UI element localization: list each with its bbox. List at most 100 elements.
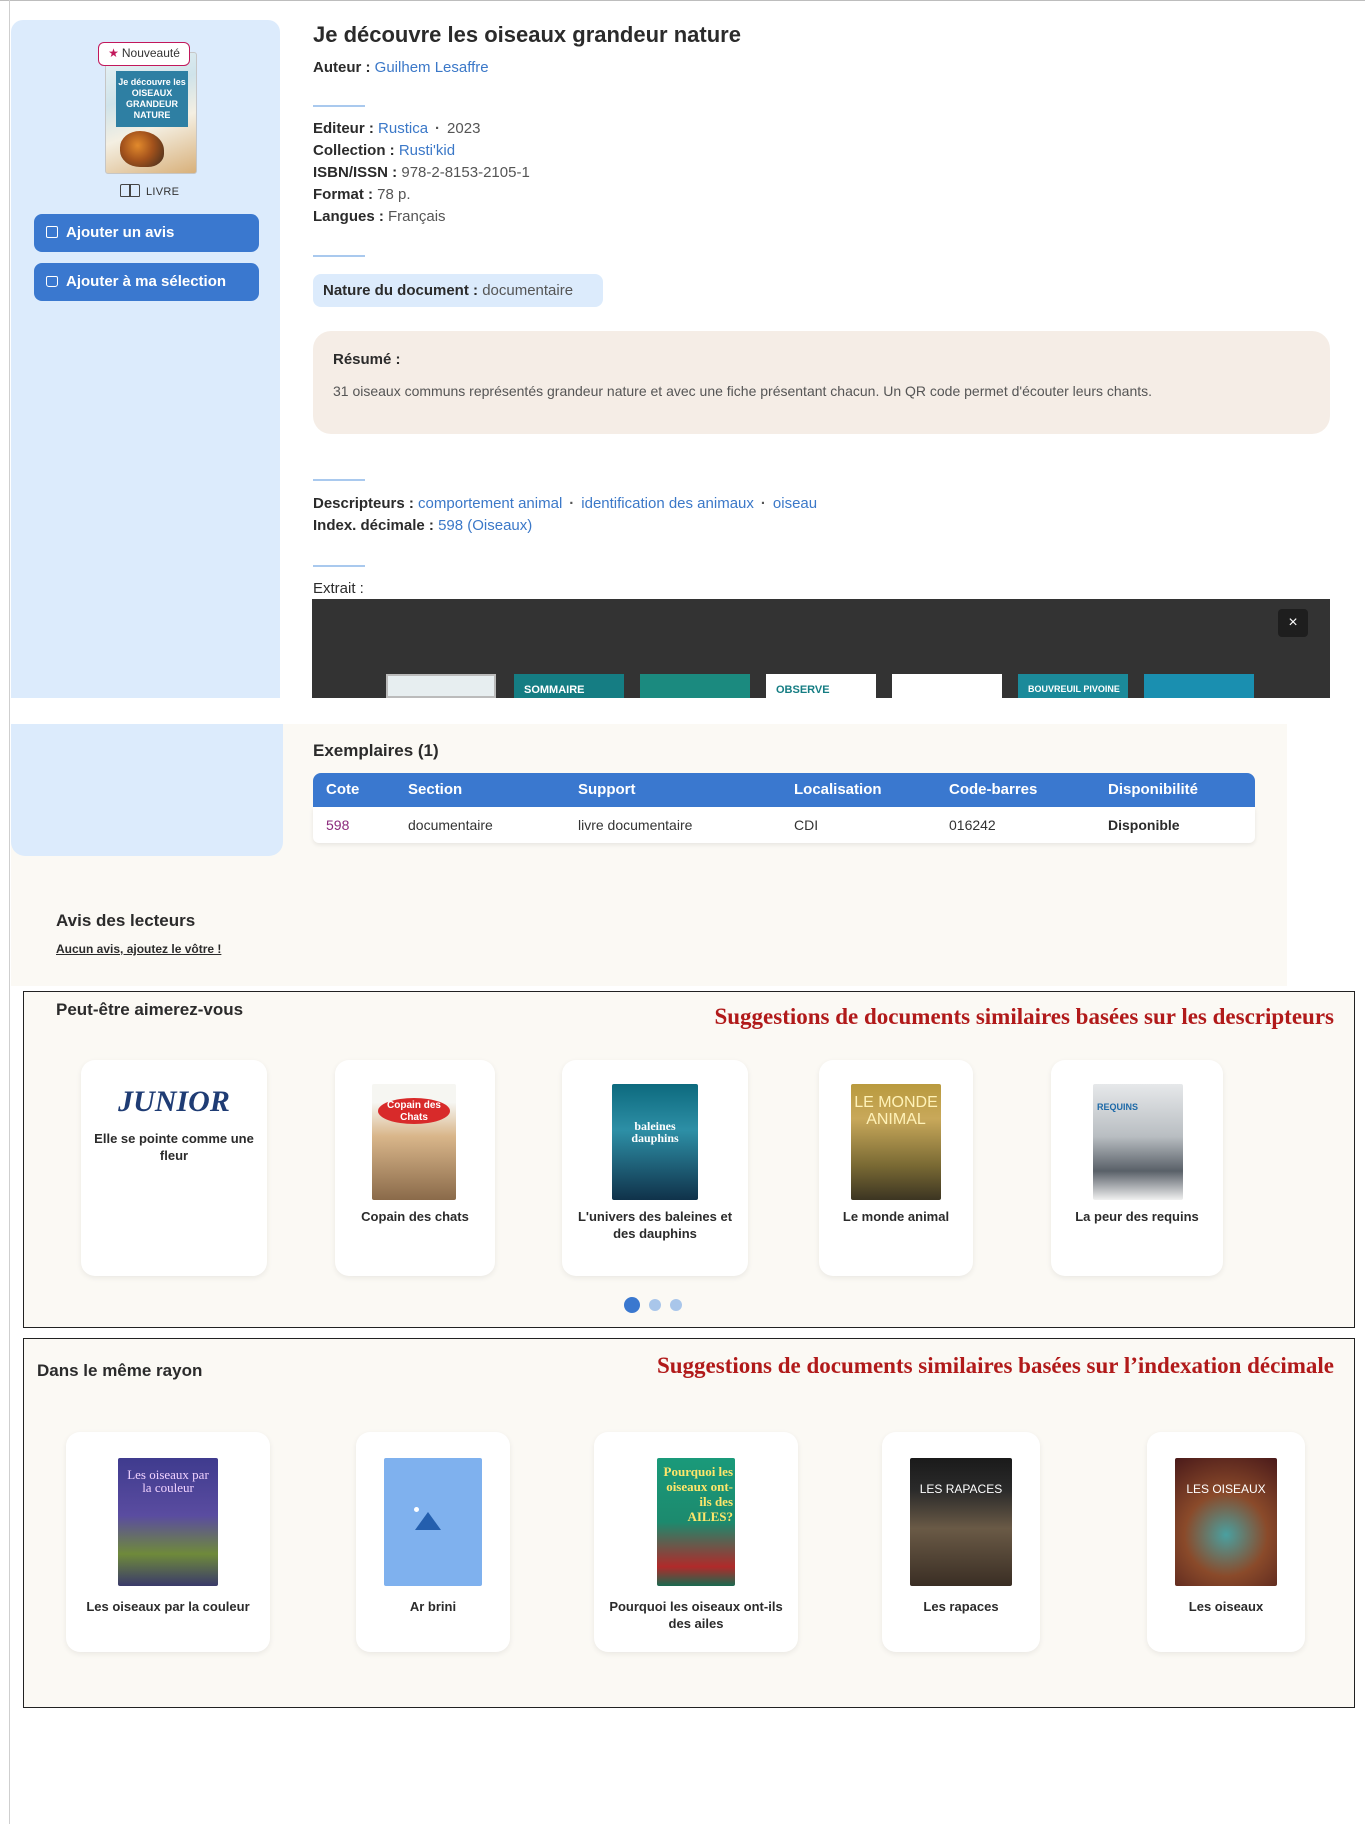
- annotation: Suggestions de documents similaires basé…: [656, 1353, 1334, 1378]
- suggestion-label: Copain des chats: [361, 1209, 469, 1224]
- column-header[interactable]: Disponibilité: [1108, 773, 1198, 807]
- excerpt-viewer[interactable]: × SOMMAIRE OBSERVE BOUVREUIL PIVOINE: [312, 599, 1330, 698]
- doc-type: LIVRE: [120, 184, 179, 198]
- separator: [313, 565, 365, 567]
- document-sidebar-bottom: [11, 724, 283, 856]
- add-first-review-link[interactable]: Aucun avis, ajoutez le vôtre !: [56, 942, 221, 956]
- suggestion-card[interactable]: Les oiseaux par la couleur Les oiseaux p…: [66, 1432, 270, 1652]
- add-to-selection-button[interactable]: Ajouter à ma sélection: [34, 263, 259, 301]
- suggestion-cover: Copain des Chats: [372, 1084, 456, 1200]
- document-nature: Nature du document : documentaire: [313, 274, 603, 307]
- suggestion-cover: LES RAPACES: [910, 1458, 1012, 1586]
- bird-illustration: [120, 131, 164, 167]
- excerpt-page-thumb[interactable]: BOUVREUIL PIVOINE: [1018, 674, 1128, 698]
- document-title: Je découvre les oiseaux grandeur nature: [313, 22, 741, 47]
- column-header[interactable]: Section: [408, 773, 462, 807]
- suggestion-card[interactable]: Copain des Chats Copain des chats: [335, 1060, 495, 1276]
- suggestion-card[interactable]: REQUINS La peur des requins: [1051, 1060, 1223, 1276]
- descriptor-link[interactable]: identification des animaux: [581, 495, 754, 512]
- suggestions-shelf-section: Dans le même rayon Suggestions de docume…: [23, 1338, 1355, 1708]
- descriptors-line: Descripteurs : comportement animal · ident…: [313, 495, 818, 512]
- suggestion-cover: baleines dauphins: [612, 1084, 698, 1200]
- year: 2023: [447, 120, 481, 137]
- collection-line: Collection : Rusti'kid: [313, 142, 456, 159]
- suggestion-card[interactable]: LES OISEAUX Les oiseaux: [1147, 1432, 1305, 1652]
- suggestion-label: Les rapaces: [923, 1599, 999, 1614]
- suggestion-card[interactable]: baleines dauphins L'univers des baleines…: [562, 1060, 748, 1276]
- table-cell: livre documentaire: [578, 817, 693, 833]
- add-to-selection-label: Ajouter à ma sélection: [66, 273, 227, 290]
- excerpt-page-thumb[interactable]: OBSERVE: [766, 674, 876, 698]
- suggestion-label: Ar brini: [409, 1599, 457, 1614]
- excerpt-page-thumb[interactable]: [386, 674, 496, 698]
- column-header[interactable]: Support: [578, 773, 636, 807]
- doc-type-label: LIVRE: [146, 186, 180, 198]
- table-header: Cote Section Support Localisation Code-b…: [313, 773, 1255, 807]
- suggestion-card[interactable]: JUNIOR Elle se pointe comme une fleur: [81, 1060, 267, 1276]
- new-badge: ★ Nouveauté: [98, 42, 190, 66]
- format-line: Format : 78 p.: [313, 186, 411, 203]
- carousel-dot[interactable]: [670, 1299, 682, 1311]
- reviews-title: Avis des lecteurs: [56, 911, 196, 930]
- junior-logo: JUNIOR: [118, 1085, 230, 1118]
- suggestion-cover: REQUINS: [1093, 1084, 1183, 1200]
- table-cell: documentaire: [408, 817, 493, 833]
- suggestion-label: Pourquoi les oiseaux ont-ils des ailes: [609, 1599, 783, 1631]
- page-left-border: [9, 0, 10, 1824]
- descriptor-link[interactable]: oiseau: [773, 495, 817, 512]
- suggestion-label: Les oiseaux: [1188, 1599, 1264, 1614]
- close-icon[interactable]: ×: [1278, 609, 1308, 637]
- star-icon: ★: [108, 46, 119, 60]
- call-number[interactable]: 598: [326, 807, 349, 843]
- excerpt-page-thumb[interactable]: SOMMAIRE: [514, 674, 624, 698]
- separator: [313, 255, 365, 257]
- suggestion-card[interactable]: LES RAPACES Les rapaces: [882, 1432, 1040, 1652]
- availability-status: Disponible: [1108, 817, 1180, 833]
- suggestion-label: Le monde animal: [842, 1209, 950, 1224]
- carousel-dot[interactable]: [624, 1297, 640, 1313]
- descriptor-link[interactable]: comportement animal: [418, 495, 562, 512]
- table-cell: 016242: [949, 817, 996, 833]
- suggestion-cover: Pourquoi les oiseaux ont-ils des AILES?: [657, 1458, 735, 1586]
- holdings-title: Exemplaires (1): [313, 741, 439, 760]
- column-header[interactable]: Code-barres: [949, 773, 1037, 807]
- book-icon: [120, 184, 140, 197]
- summary-box: Résumé : 31 oiseaux communs représentés …: [313, 331, 1330, 434]
- summary-text: 31 oiseaux communs représentés grandeur …: [333, 383, 1153, 399]
- column-header[interactable]: Localisation: [794, 773, 882, 807]
- suggestions-descriptors-section: Peut-être aimerez-vous Suggestions de do…: [23, 991, 1355, 1328]
- publisher-link[interactable]: Rustica: [378, 120, 428, 137]
- table-cell: CDI: [794, 817, 819, 833]
- collection-link[interactable]: Rusti'kid: [399, 142, 455, 159]
- section-title: Peut-être aimerez-vous: [56, 1000, 244, 1019]
- holdings-table: Cote Section Support Localisation Code-b…: [313, 773, 1255, 843]
- main-cover-title: Je découvre les OISEAUX GRANDEUR NATURE: [116, 71, 188, 127]
- separator: [313, 105, 365, 107]
- suggestion-card[interactable]: LE MONDE ANIMAL Le monde animal: [819, 1060, 973, 1276]
- carousel-dot[interactable]: [649, 1299, 661, 1311]
- author-link[interactable]: Guilhem Lesaffre: [375, 59, 489, 76]
- excerpt-page-thumb[interactable]: [892, 674, 1002, 698]
- add-review-label: Ajouter un avis: [66, 224, 175, 241]
- suggestion-card[interactable]: Ar brini: [356, 1432, 510, 1652]
- table-row: 598 documentaire livre documentaire CDI …: [313, 807, 1255, 843]
- suggestion-label: Elle se pointe comme une fleur: [94, 1131, 254, 1163]
- decimal-index-link[interactable]: 598 (Oiseaux): [438, 517, 532, 534]
- publisher-line: Editeur : Rustica · 2023: [313, 120, 481, 137]
- suggestion-label: Les oiseaux par la couleur: [86, 1599, 250, 1614]
- suggestion-label: La peur des requins: [1075, 1209, 1199, 1224]
- suggestion-cover: LES OISEAUX: [1175, 1458, 1277, 1586]
- placeholder-cover: [384, 1458, 482, 1586]
- column-header[interactable]: Cote: [326, 773, 359, 807]
- page-top-border: [0, 0, 1365, 1]
- isbn-line: ISBN/ISSN : 978-2-8153-2105-1: [313, 164, 530, 181]
- main-book-cover[interactable]: Je découvre les OISEAUX GRANDEUR NATURE: [105, 52, 197, 174]
- add-review-button[interactable]: Ajouter un avis: [34, 214, 259, 252]
- suggestion-card[interactable]: Pourquoi les oiseaux ont-ils des AILES? …: [594, 1432, 798, 1652]
- section-title: Dans le même rayon: [37, 1361, 203, 1380]
- decimal-index-line: Index. décimale : 598 (Oiseaux): [313, 517, 533, 534]
- excerpt-page-thumb[interactable]: [1144, 674, 1254, 698]
- image-placeholder-icon: [415, 1512, 441, 1530]
- excerpt-page-thumb[interactable]: [640, 674, 750, 698]
- suggestion-cover: LE MONDE ANIMAL: [851, 1084, 941, 1200]
